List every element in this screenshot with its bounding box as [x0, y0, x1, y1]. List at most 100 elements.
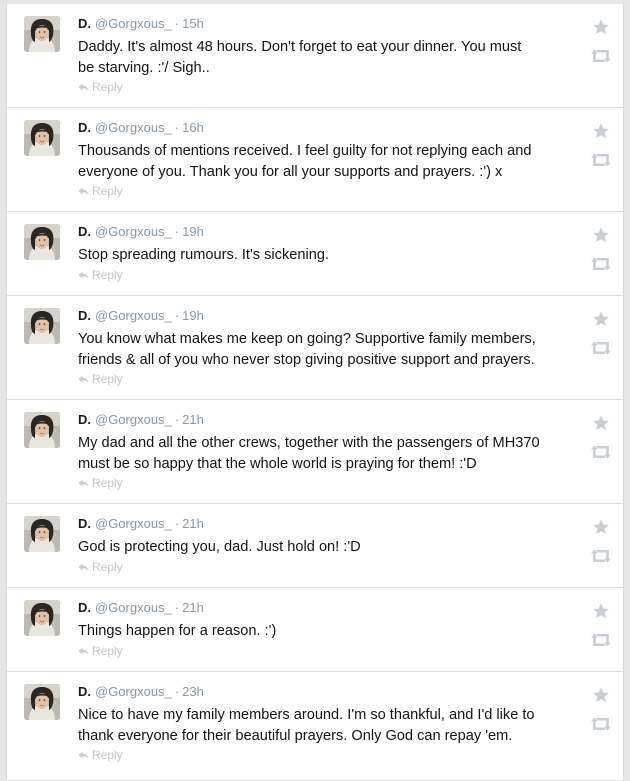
reply-button[interactable]: Reply [78, 184, 123, 198]
separator: · [174, 308, 180, 323]
tweet-header: D. @Gorgxous_ · 19h [78, 308, 204, 323]
user-handle[interactable]: @Gorgxous_ [95, 224, 172, 239]
reply-button[interactable]: Reply [78, 268, 123, 282]
user-name[interactable]: D. [78, 120, 91, 135]
tweet-header: D. @Gorgxous_ · 23h [78, 684, 204, 699]
star-icon[interactable] [592, 414, 610, 432]
star-icon[interactable] [592, 602, 610, 620]
user-name[interactable]: D. [78, 308, 91, 323]
user-name[interactable]: D. [78, 412, 91, 427]
reply-arrow-icon [78, 476, 92, 490]
user-handle[interactable]: @Gorgxous_ [95, 600, 172, 615]
user-handle[interactable]: @Gorgxous_ [95, 120, 172, 135]
tweet-text: God is protecting you, dad. Just hold on… [78, 539, 361, 555]
tweet[interactable]: D. @Gorgxous_ · 16h Thousands of mentions r… [7, 108, 623, 212]
retweet-icon[interactable] [590, 716, 612, 732]
reply-button[interactable]: Reply [78, 476, 123, 490]
avatar[interactable] [24, 412, 60, 448]
tweet-text: Daddy. It's almost 48 hours. Don't forge… [78, 39, 522, 76]
timestamp[interactable]: 15h [182, 16, 204, 31]
timestamp[interactable]: 21h [182, 516, 204, 531]
tweet-header: D. @Gorgxous_ · 16h [78, 120, 204, 135]
reply-label: Reply [92, 476, 123, 490]
retweet-icon[interactable] [590, 632, 612, 648]
tweet[interactable]: D. @Gorgxous_ · 19h You know what makes me … [7, 296, 623, 400]
reply-label: Reply [92, 80, 123, 94]
reply-label: Reply [92, 372, 123, 386]
user-handle[interactable]: @Gorgxous_ [95, 308, 172, 323]
tweet-text: You know what makes me keep on going? Su… [78, 331, 536, 368]
tweet-text: My dad and all the other crews, together… [78, 435, 540, 472]
timestamp[interactable]: 23h [182, 684, 204, 699]
reply-arrow-icon [78, 372, 92, 386]
tweet-timeline: D. @Gorgxous_ · 15h Daddy. It's almost 48 h… [6, 4, 624, 781]
retweet-icon[interactable] [590, 548, 612, 564]
separator: · [174, 16, 180, 31]
avatar[interactable] [24, 516, 60, 552]
user-handle[interactable]: @Gorgxous_ [95, 412, 172, 427]
star-icon[interactable] [592, 122, 610, 140]
reply-label: Reply [92, 184, 123, 198]
star-icon[interactable] [592, 518, 610, 536]
tweet-header: D. @Gorgxous_ · 21h [78, 516, 204, 531]
timestamp[interactable]: 19h [182, 308, 204, 323]
star-icon[interactable] [592, 226, 610, 244]
avatar[interactable] [24, 600, 60, 636]
reply-label: Reply [92, 644, 123, 658]
tweet-header: D. @Gorgxous_ · 15h [78, 16, 204, 31]
reply-label: Reply [92, 748, 123, 762]
tweet[interactable]: D. @Gorgxous_ · 23h Nice to have my family … [7, 672, 623, 781]
star-icon[interactable] [592, 686, 610, 704]
reply-button[interactable]: Reply [78, 80, 123, 94]
reply-button[interactable]: Reply [78, 644, 123, 658]
avatar[interactable] [24, 684, 60, 720]
separator: · [174, 684, 180, 699]
user-name[interactable]: D. [78, 600, 91, 615]
user-name[interactable]: D. [78, 224, 91, 239]
timestamp[interactable]: 16h [182, 120, 204, 135]
retweet-icon[interactable] [590, 444, 612, 460]
separator: · [174, 412, 180, 427]
timestamp[interactable]: 21h [182, 412, 204, 427]
retweet-icon[interactable] [590, 256, 612, 272]
reply-label: Reply [92, 268, 123, 282]
tweet[interactable]: D. @Gorgxous_ · 21h Things happen for a rea… [7, 588, 623, 672]
user-handle[interactable]: @Gorgxous_ [95, 16, 172, 31]
reply-arrow-icon [78, 184, 92, 198]
user-handle[interactable]: @Gorgxous_ [95, 516, 172, 531]
reply-button[interactable]: Reply [78, 748, 123, 762]
tweet[interactable]: D. @Gorgxous_ · 21h God is protecting you, … [7, 504, 623, 588]
reply-arrow-icon [78, 748, 92, 762]
reply-arrow-icon [78, 644, 92, 658]
user-name[interactable]: D. [78, 684, 91, 699]
avatar[interactable] [24, 224, 60, 260]
tweet-header: D. @Gorgxous_ · 21h [78, 600, 204, 615]
reply-arrow-icon [78, 560, 92, 574]
tweet-text: Things happen for a reason. :') [78, 623, 277, 639]
retweet-icon[interactable] [590, 340, 612, 356]
user-name[interactable]: D. [78, 516, 91, 531]
star-icon[interactable] [592, 18, 610, 36]
retweet-icon[interactable] [590, 152, 612, 168]
reply-button[interactable]: Reply [78, 372, 123, 386]
star-icon[interactable] [592, 310, 610, 328]
tweet[interactable]: D. @Gorgxous_ · 21h My dad and all the othe… [7, 400, 623, 504]
avatar[interactable] [24, 120, 60, 156]
separator: · [174, 516, 180, 531]
user-handle[interactable]: @Gorgxous_ [95, 684, 172, 699]
retweet-icon[interactable] [590, 48, 612, 64]
timestamp[interactable]: 19h [182, 224, 204, 239]
separator: · [174, 224, 180, 239]
tweet-text: Stop spreading rumours. It's sickening. [78, 247, 330, 263]
avatar[interactable] [24, 308, 60, 344]
timestamp[interactable]: 21h [182, 600, 204, 615]
tweet-text: Nice to have my family members around. I… [78, 707, 535, 744]
tweet-header: D. @Gorgxous_ · 19h [78, 224, 204, 239]
user-name[interactable]: D. [78, 16, 91, 31]
tweet[interactable]: D. @Gorgxous_ · 15h Daddy. It's almost 48 h… [7, 4, 623, 108]
reply-button[interactable]: Reply [78, 560, 123, 574]
tweet[interactable]: D. @Gorgxous_ · 19h Stop spreading rumours.… [7, 212, 623, 296]
avatar[interactable] [24, 16, 60, 52]
separator: · [174, 120, 180, 135]
reply-label: Reply [92, 560, 123, 574]
